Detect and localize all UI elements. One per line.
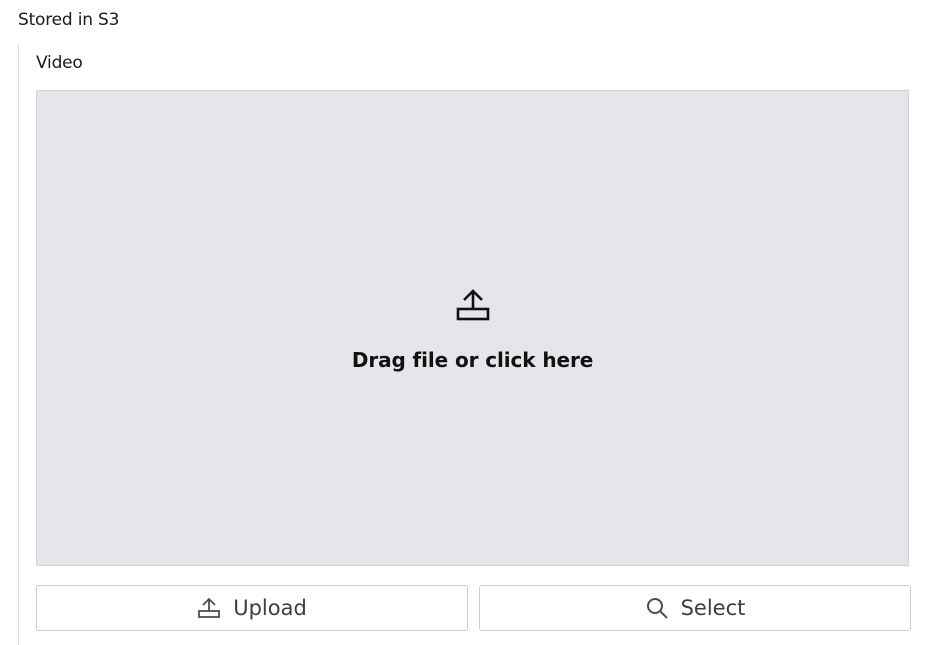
dropzone-instruction: Drag file or click here <box>351 348 594 372</box>
group-divider <box>18 44 19 645</box>
upload-button-label: Upload <box>233 596 307 620</box>
upload-icon <box>197 597 221 619</box>
video-dropzone[interactable]: Drag file or click here <box>36 90 909 566</box>
select-button-label: Select <box>680 596 746 620</box>
search-icon <box>645 596 669 620</box>
upload-button[interactable]: Upload <box>36 585 468 631</box>
video-field-label: Video <box>36 53 83 73</box>
section-title: Stored in S3 <box>18 10 120 30</box>
select-button[interactable]: Select <box>479 585 911 631</box>
upload-icon <box>455 284 491 326</box>
